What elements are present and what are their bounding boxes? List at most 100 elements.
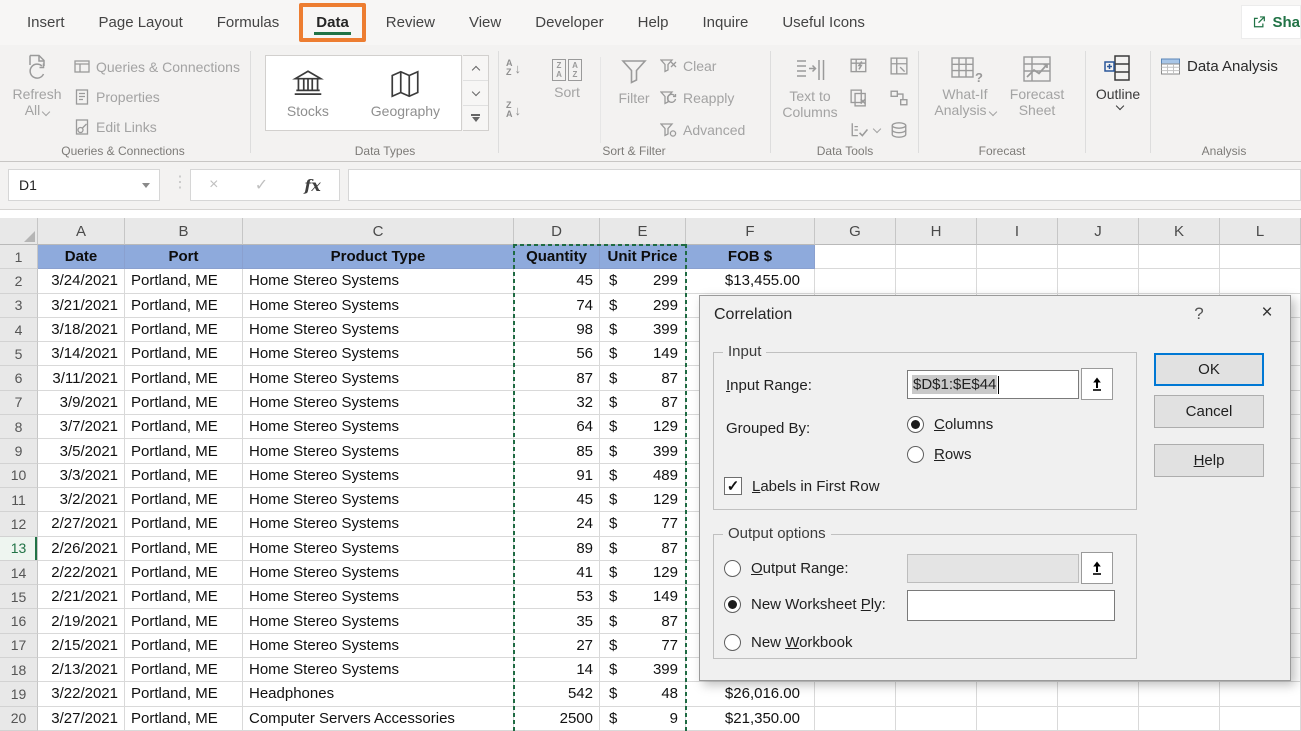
cell-G19[interactable] bbox=[815, 682, 896, 706]
cell-C8[interactable]: Home Stereo Systems bbox=[243, 415, 514, 439]
cell-H2[interactable] bbox=[896, 269, 977, 293]
cell-E9[interactable]: $399 bbox=[600, 439, 686, 463]
tab-review[interactable]: Review bbox=[369, 0, 452, 45]
input-range-picker-button[interactable] bbox=[1081, 368, 1113, 400]
cell-C7[interactable]: Home Stereo Systems bbox=[243, 391, 514, 415]
select-all-corner[interactable] bbox=[0, 218, 38, 245]
row-header-19[interactable]: 19 bbox=[0, 682, 38, 706]
row-header-3[interactable]: 3 bbox=[0, 294, 38, 318]
cell-B1[interactable]: Port bbox=[125, 245, 243, 269]
cell-E6[interactable]: $87 bbox=[600, 366, 686, 390]
cell-G2[interactable] bbox=[815, 269, 896, 293]
cell-G1[interactable] bbox=[815, 245, 896, 269]
cell-H1[interactable] bbox=[896, 245, 977, 269]
cell-E5[interactable]: $149 bbox=[600, 342, 686, 366]
cell-A9[interactable]: 3/5/2021 bbox=[38, 439, 125, 463]
queries-connections-button[interactable]: Queries & Connections bbox=[74, 59, 240, 75]
cell-C2[interactable]: Home Stereo Systems bbox=[243, 269, 514, 293]
new-workbook-radio[interactable]: New Workbook bbox=[724, 634, 852, 651]
stocks-button[interactable]: Stocks bbox=[287, 67, 329, 119]
cell-L1[interactable] bbox=[1220, 245, 1301, 269]
cell-E11[interactable]: $129 bbox=[600, 488, 686, 512]
tab-help[interactable]: Help bbox=[621, 0, 686, 45]
gallery-scroll-up[interactable] bbox=[463, 56, 488, 81]
input-range-field[interactable]: $D$1:$E$44 bbox=[907, 370, 1079, 399]
sort-button[interactable]: ZA AZ Sort bbox=[542, 59, 592, 100]
dropdown-arrow-icon[interactable] bbox=[142, 183, 150, 188]
col-header-J[interactable]: J bbox=[1058, 218, 1139, 245]
cell-B5[interactable]: Portland, ME bbox=[125, 342, 243, 366]
cell-E1[interactable]: Unit Price bbox=[600, 245, 686, 269]
cell-C13[interactable]: Home Stereo Systems bbox=[243, 537, 514, 561]
cell-D6[interactable]: 87 bbox=[514, 366, 600, 390]
cell-K20[interactable] bbox=[1139, 707, 1220, 731]
cell-D20[interactable]: 2500 bbox=[514, 707, 600, 731]
cell-F20[interactable]: $21,350.00 bbox=[686, 707, 815, 731]
cell-J20[interactable] bbox=[1058, 707, 1139, 731]
col-header-F[interactable]: F bbox=[686, 218, 815, 245]
properties-button[interactable]: Properties bbox=[74, 89, 160, 105]
cell-E20[interactable]: $9 bbox=[600, 707, 686, 731]
cell-A13[interactable]: 2/26/2021 bbox=[38, 537, 125, 561]
name-box[interactable]: D1 bbox=[8, 169, 160, 201]
cell-F19[interactable]: $26,016.00 bbox=[686, 682, 815, 706]
tab-useful-icons[interactable]: Useful Icons bbox=[765, 0, 882, 45]
cell-B3[interactable]: Portland, ME bbox=[125, 294, 243, 318]
sort-ascending-button[interactable]: AZ ↓ bbox=[506, 59, 521, 77]
cell-K2[interactable] bbox=[1139, 269, 1220, 293]
cell-A12[interactable]: 2/27/2021 bbox=[38, 512, 125, 536]
cell-A17[interactable]: 2/15/2021 bbox=[38, 634, 125, 658]
cell-A4[interactable]: 3/18/2021 bbox=[38, 318, 125, 342]
data-validation-button[interactable] bbox=[850, 121, 880, 139]
gallery-scroll-down[interactable] bbox=[463, 81, 488, 106]
cell-D11[interactable]: 45 bbox=[514, 488, 600, 512]
cell-B10[interactable]: Portland, ME bbox=[125, 464, 243, 488]
outline-button[interactable]: Outline bbox=[1092, 53, 1144, 109]
cell-D12[interactable]: 24 bbox=[514, 512, 600, 536]
close-icon[interactable]: × bbox=[1252, 302, 1282, 324]
cell-A16[interactable]: 2/19/2021 bbox=[38, 609, 125, 633]
cell-D19[interactable]: 542 bbox=[514, 682, 600, 706]
row-header-4[interactable]: 4 bbox=[0, 318, 38, 342]
cell-A10[interactable]: 3/3/2021 bbox=[38, 464, 125, 488]
cell-E16[interactable]: $87 bbox=[600, 609, 686, 633]
col-header-D[interactable]: D bbox=[514, 218, 600, 245]
data-analysis-button[interactable]: Data Analysis bbox=[1160, 57, 1278, 76]
cell-E8[interactable]: $129 bbox=[600, 415, 686, 439]
cell-E17[interactable]: $77 bbox=[600, 634, 686, 658]
col-header-I[interactable]: I bbox=[977, 218, 1058, 245]
cell-B17[interactable]: Portland, ME bbox=[125, 634, 243, 658]
cell-E7[interactable]: $87 bbox=[600, 391, 686, 415]
edit-links-button[interactable]: Edit Links bbox=[74, 119, 157, 135]
cell-B13[interactable]: Portland, ME bbox=[125, 537, 243, 561]
remove-duplicates-button[interactable] bbox=[850, 89, 868, 107]
col-header-B[interactable]: B bbox=[125, 218, 243, 245]
labels-first-row-checkbox[interactable]: Labels in First Row bbox=[724, 477, 880, 495]
cell-D10[interactable]: 91 bbox=[514, 464, 600, 488]
cell-C15[interactable]: Home Stereo Systems bbox=[243, 585, 514, 609]
geography-button[interactable]: Geography bbox=[371, 67, 440, 119]
cell-B9[interactable]: Portland, ME bbox=[125, 439, 243, 463]
cell-A11[interactable]: 3/2/2021 bbox=[38, 488, 125, 512]
row-header-20[interactable]: 20 bbox=[0, 707, 38, 731]
row-header-11[interactable]: 11 bbox=[0, 488, 38, 512]
cell-C14[interactable]: Home Stereo Systems bbox=[243, 561, 514, 585]
cell-B16[interactable]: Portland, ME bbox=[125, 609, 243, 633]
manage-data-model-button[interactable] bbox=[890, 121, 908, 139]
share-button[interactable]: Sha bbox=[1241, 5, 1301, 39]
cell-D17[interactable]: 27 bbox=[514, 634, 600, 658]
col-header-G[interactable]: G bbox=[815, 218, 896, 245]
cell-C10[interactable]: Home Stereo Systems bbox=[243, 464, 514, 488]
cell-E4[interactable]: $399 bbox=[600, 318, 686, 342]
cell-J19[interactable] bbox=[1058, 682, 1139, 706]
cell-C20[interactable]: Computer Servers Accessories bbox=[243, 707, 514, 731]
cell-E13[interactable]: $87 bbox=[600, 537, 686, 561]
col-header-L[interactable]: L bbox=[1220, 218, 1301, 245]
cancel-entry-icon[interactable]: × bbox=[209, 176, 218, 194]
cell-K1[interactable] bbox=[1139, 245, 1220, 269]
cell-I2[interactable] bbox=[977, 269, 1058, 293]
row-header-7[interactable]: 7 bbox=[0, 391, 38, 415]
cell-C4[interactable]: Home Stereo Systems bbox=[243, 318, 514, 342]
confirm-entry-icon[interactable]: ✓ bbox=[255, 175, 268, 195]
col-header-C[interactable]: C bbox=[243, 218, 514, 245]
